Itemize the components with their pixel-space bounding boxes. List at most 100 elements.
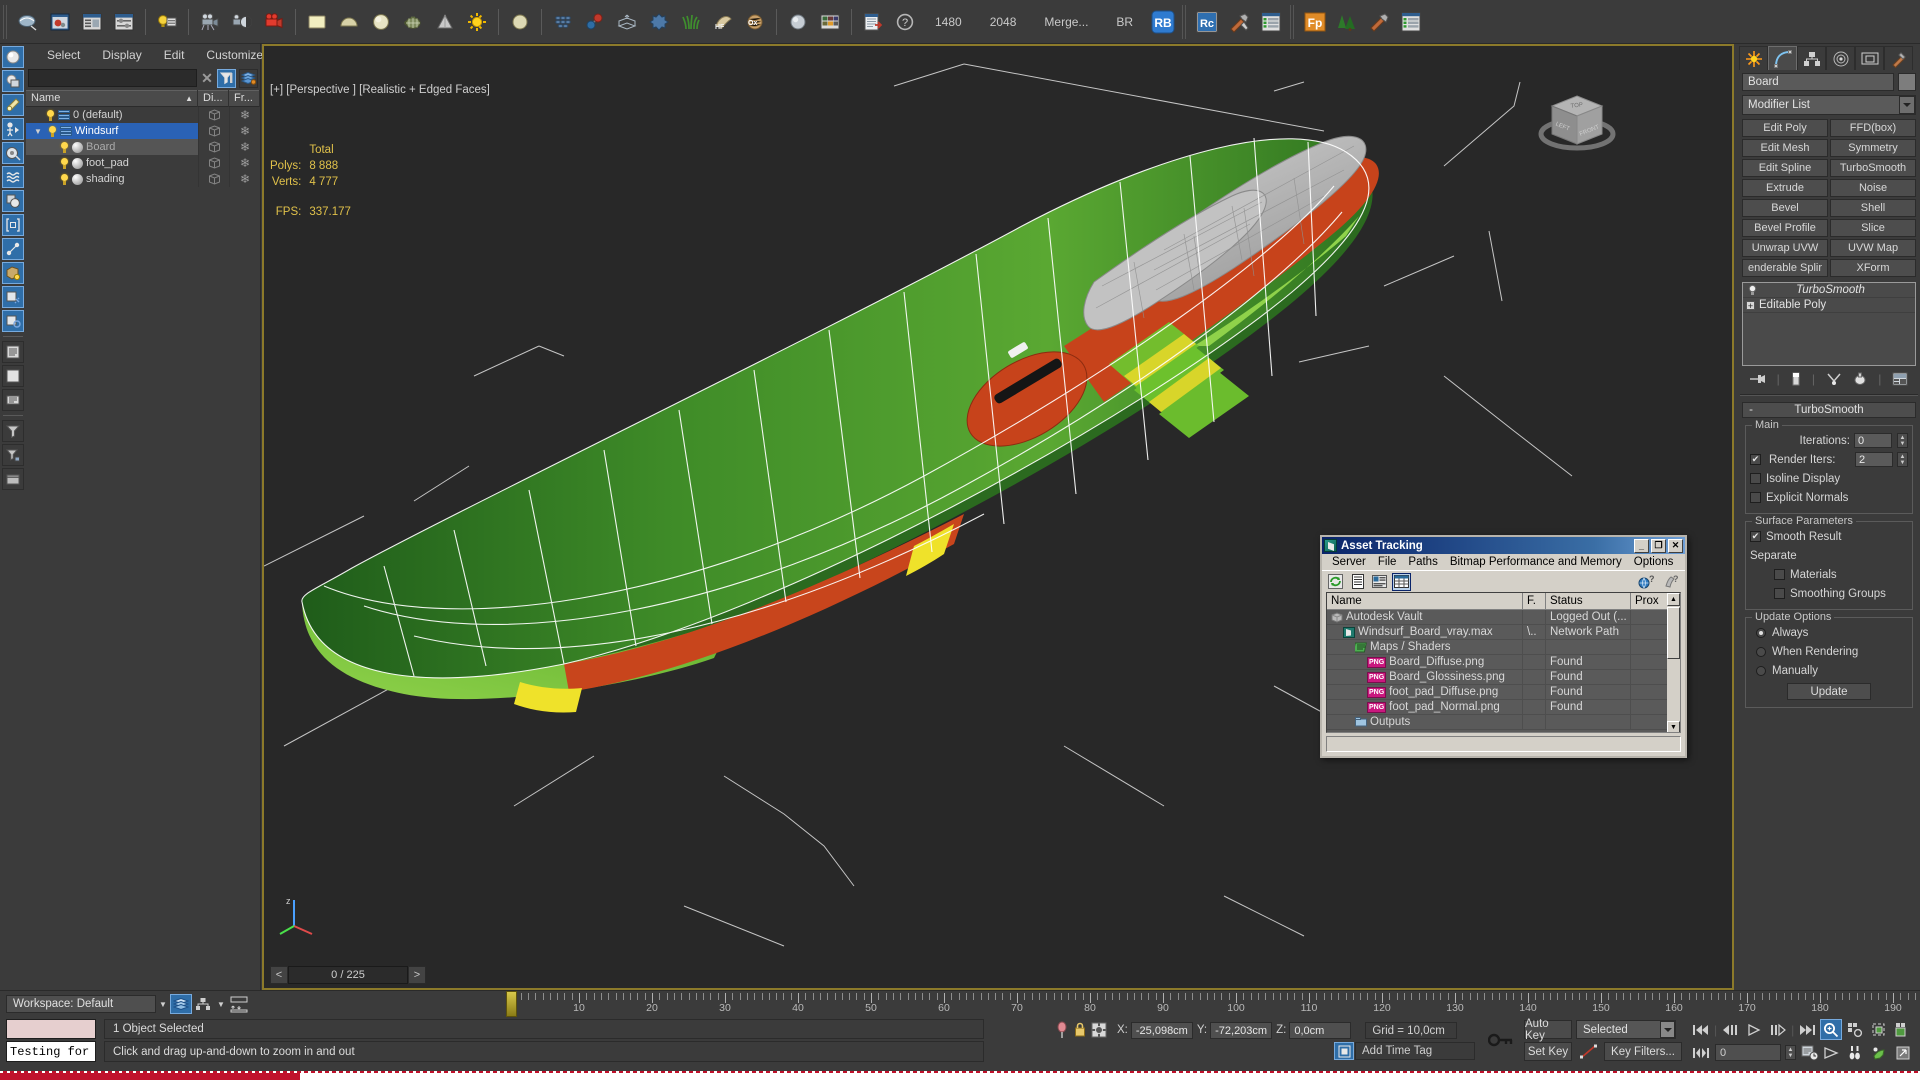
copy-icon[interactable] xyxy=(2,190,24,212)
make-unique-icon[interactable] xyxy=(1826,372,1842,386)
scene-row-name-cell[interactable]: ▼Windsurf xyxy=(26,123,198,139)
zoom-extents-icon[interactable] xyxy=(1868,1019,1890,1040)
cone-icon[interactable] xyxy=(430,7,460,37)
light-lister-icon[interactable] xyxy=(152,7,182,37)
render-iters-input[interactable]: 2 xyxy=(1855,452,1893,467)
asset-name-cell[interactable]: PNGBoard_Diffuse.png xyxy=(1327,655,1523,669)
hf-icon[interactable]: HF xyxy=(708,7,738,37)
list-view-icon[interactable] xyxy=(1348,573,1367,591)
light-icon[interactable] xyxy=(2,94,24,116)
camera-match-icon[interactable] xyxy=(227,7,257,37)
display-toggle-cell[interactable] xyxy=(198,123,229,139)
sphere2-icon[interactable] xyxy=(505,7,535,37)
asset-row[interactable]: PNGBoard_Diffuse.pngFound xyxy=(1327,655,1680,670)
plane-primitive-icon[interactable] xyxy=(302,7,332,37)
freeze-toggle-cell[interactable]: ❄ xyxy=(229,107,260,123)
modifier-stack[interactable]: TurboSmooth + Editable Poly xyxy=(1742,282,1916,366)
refresh-icon[interactable] xyxy=(1326,573,1345,591)
smoothing-groups-checkbox[interactable] xyxy=(1774,588,1785,599)
render-effect-icon[interactable] xyxy=(2,286,24,308)
pan-icon[interactable] xyxy=(1868,1042,1890,1063)
help-icon[interactable]: ? xyxy=(1662,573,1681,591)
menu-edit[interactable]: Edit xyxy=(153,46,196,64)
lightbulb-icon[interactable] xyxy=(1746,285,1758,296)
utilities-tab[interactable] xyxy=(1884,46,1913,70)
always-radio[interactable] xyxy=(1756,628,1766,638)
list-icon[interactable] xyxy=(1256,7,1286,37)
snowflake-icon[interactable]: ❄ xyxy=(240,108,250,122)
modifier-button-unwrap-uvw[interactable]: Unwrap UVW xyxy=(1742,239,1828,257)
asset-row[interactable]: PNGfoot_pad_Diffuse.pngFound xyxy=(1327,685,1680,700)
wirebox-icon[interactable] xyxy=(208,141,221,153)
toolbar-grip[interactable] xyxy=(3,5,9,39)
chevron-down-icon[interactable]: ▼ xyxy=(214,995,228,1013)
lock-icon[interactable] xyxy=(1073,1021,1087,1039)
rc-badge-icon[interactable]: Rc xyxy=(1192,7,1222,37)
wrench-hammer-icon[interactable] xyxy=(1224,7,1254,37)
time-tag-icon[interactable] xyxy=(1334,1042,1354,1060)
create-tab[interactable] xyxy=(1739,46,1768,70)
go-to-start-icon[interactable] xyxy=(1690,1019,1712,1040)
explicit-normals-row[interactable]: Explicit Normals xyxy=(1750,489,1908,506)
snowflake-icon[interactable]: ❄ xyxy=(240,156,250,170)
dialog-titlebar[interactable]: Asset Tracking _ ❐ ✕ xyxy=(1322,537,1685,554)
manually-radio-row[interactable]: Manually xyxy=(1750,662,1908,679)
detail-view-icon[interactable] xyxy=(1370,573,1389,591)
add-time-tag-button[interactable]: Add Time Tag xyxy=(1355,1042,1475,1060)
chevron-down-icon[interactable]: ▼ xyxy=(156,995,170,1013)
object-name-field[interactable]: Board xyxy=(1742,73,1894,91)
explicit-normals-checkbox[interactable] xyxy=(1750,492,1761,503)
measure-icon[interactable] xyxy=(2,142,24,164)
go-to-end-icon[interactable] xyxy=(1796,1019,1818,1040)
maxscript-mini-listener-input[interactable]: Testing for ; xyxy=(6,1041,96,1062)
configure-sets-icon[interactable] xyxy=(1892,372,1908,386)
plus-box-icon[interactable]: + xyxy=(1746,301,1755,310)
time-slider[interactable]: < 0 / 225 > xyxy=(264,966,1732,986)
display-tab[interactable] xyxy=(1855,46,1884,70)
set-key-button[interactable]: Set Key xyxy=(1524,1042,1572,1061)
asset-grid-scrollbar[interactable]: ▲ ▼ xyxy=(1667,593,1680,733)
key-tangent-icon[interactable] xyxy=(1578,1042,1600,1061)
menu-server[interactable]: Server xyxy=(1326,555,1372,569)
scene-row-name-cell[interactable]: 0 (default) xyxy=(26,107,198,123)
modifier-button-edit-poly[interactable]: Edit Poly xyxy=(1742,119,1828,137)
filter-icon[interactable] xyxy=(217,69,236,88)
help-icon[interactable]: ? xyxy=(890,7,920,37)
asset-row[interactable]: Maps / Shaders xyxy=(1327,640,1680,655)
particle-icon[interactable] xyxy=(644,7,674,37)
scroll-down-icon[interactable]: ▼ xyxy=(1667,721,1680,733)
display-toggle-cell[interactable] xyxy=(198,139,229,155)
chevron-down-icon[interactable] xyxy=(1660,1021,1675,1038)
scroll-up-icon[interactable]: ▲ xyxy=(1667,593,1680,606)
stack-item-editable-poly[interactable]: + Editable Poly xyxy=(1743,298,1915,313)
play-icon[interactable] xyxy=(1743,1019,1765,1040)
motion-tab[interactable] xyxy=(1826,46,1855,70)
modifier-button-uvw-map[interactable]: UVW Map xyxy=(1830,239,1916,257)
column-display[interactable]: Di... xyxy=(198,90,229,107)
object-color-swatch[interactable] xyxy=(1898,73,1916,91)
scene-row-name-cell[interactable]: foot_pad xyxy=(26,155,198,171)
material-editor-icon[interactable] xyxy=(815,7,845,37)
coord-z-input[interactable]: 0,0cm xyxy=(1289,1022,1351,1039)
selection-lock-icon[interactable] xyxy=(1091,1022,1107,1038)
asset-row[interactable]: Windsurf_Board_vray.max\..Network Path xyxy=(1327,625,1680,640)
wirebox-icon[interactable] xyxy=(208,109,221,121)
materials-checkbox[interactable] xyxy=(1774,569,1785,580)
forest-pack-icon[interactable]: Fp xyxy=(1300,7,1330,37)
snowflake-icon[interactable]: ❄ xyxy=(240,140,250,154)
chevron-down-icon[interactable] xyxy=(1899,96,1915,114)
modify-tab[interactable] xyxy=(1768,46,1797,70)
maximize-button[interactable]: ❐ xyxy=(1651,539,1666,553)
cloth-icon[interactable] xyxy=(612,7,642,37)
time-slider-next[interactable]: > xyxy=(408,966,426,984)
time-slider-handle[interactable] xyxy=(506,991,517,1017)
pin-icon[interactable] xyxy=(1055,1021,1069,1039)
maxscript-mini-listener-output[interactable] xyxy=(6,1019,96,1039)
modifier-button-edit-spline[interactable]: Edit Spline xyxy=(1742,159,1828,177)
lightbulb-icon[interactable] xyxy=(48,126,57,137)
scene-converter-icon[interactable] xyxy=(858,7,888,37)
link-icon[interactable] xyxy=(2,238,24,260)
box-light-icon[interactable] xyxy=(2,262,24,284)
lightbulb-icon[interactable] xyxy=(60,158,69,169)
show-end-result-icon[interactable] xyxy=(1791,372,1801,386)
